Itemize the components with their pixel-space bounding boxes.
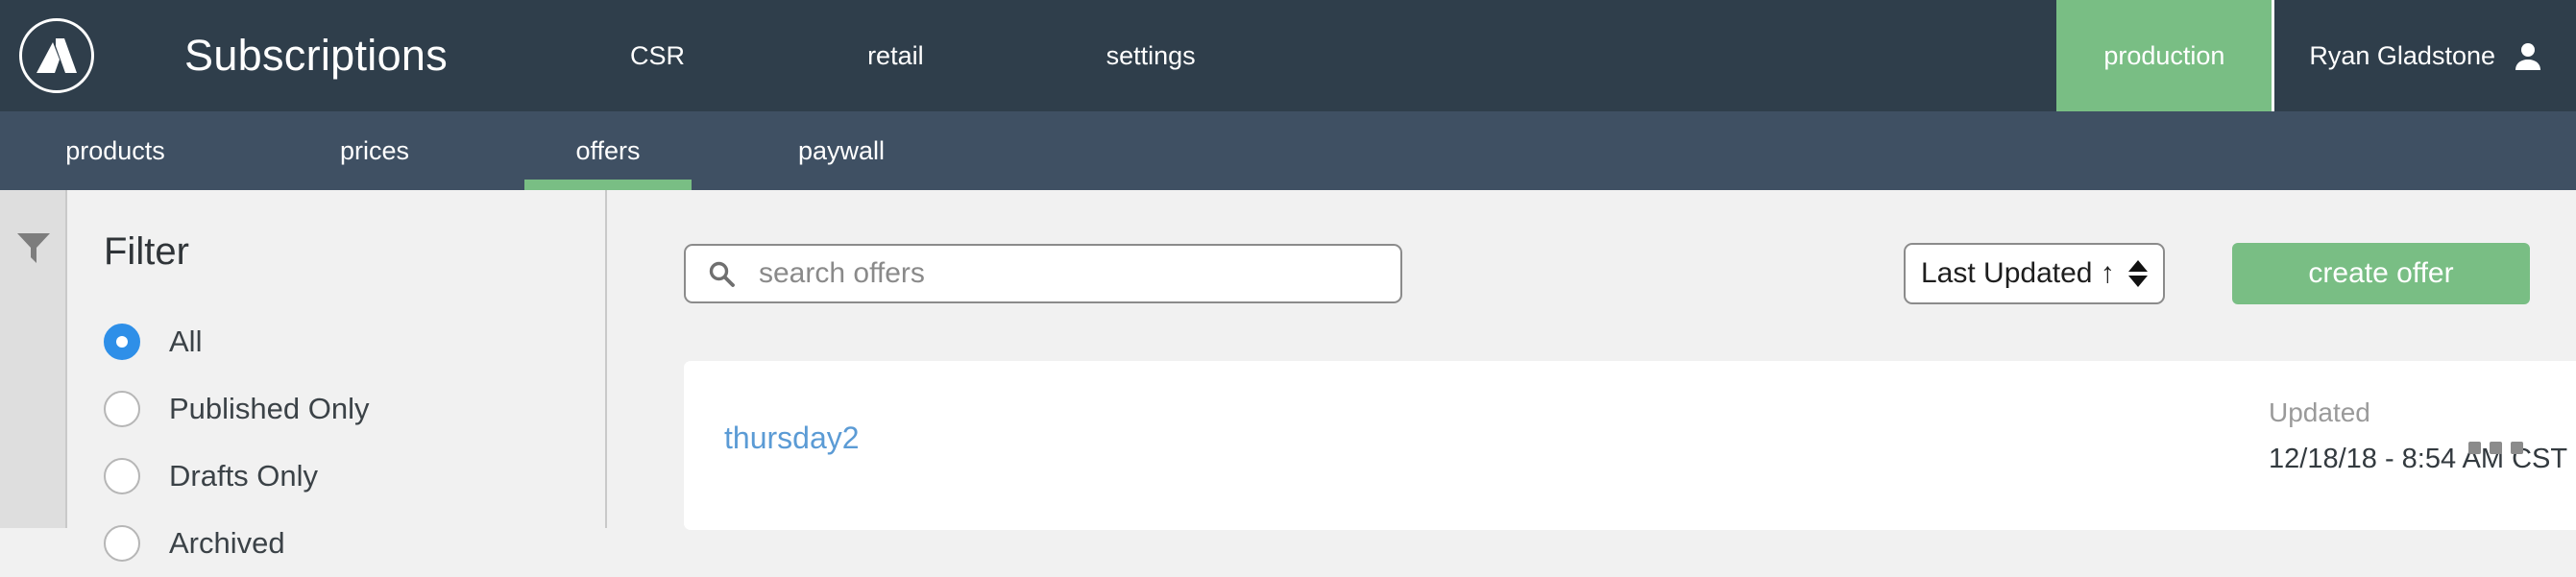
app-root: Subscriptions CSR retail settings produc… [0,0,2576,562]
person-icon [2513,40,2543,71]
radio-icon-published-only[interactable] [104,391,140,427]
create-offer-button[interactable]: create offer [2232,243,2530,304]
secondary-nav: products prices offers paywall [0,111,2576,190]
filter-option-label: Archived [169,526,285,560]
brand-logo-icon [19,18,94,93]
tab-products[interactable]: products [0,111,231,190]
tab-prices[interactable]: prices [279,111,471,190]
nav-item-settings[interactable]: settings [1060,41,1242,71]
funnel-filter-icon[interactable] [15,230,52,265]
main-content: Last Updated ↑ create offer thursday2 Up… [609,190,2576,530]
tab-paywall[interactable]: paywall [745,111,937,190]
top-header-bar: Subscriptions CSR retail settings produc… [0,0,2576,111]
column-header-updated: Updated [2269,397,2370,427]
nav-item-csr[interactable]: CSR [584,41,731,71]
page-title: Subscriptions [184,31,449,80]
radio-icon-drafts-only[interactable] [104,458,140,494]
sort-select[interactable]: Last Updated ↑ [1904,243,2165,304]
radio-icon-all[interactable] [104,324,140,360]
updown-spinner-icon[interactable] [2128,260,2148,287]
filter-radio-group: All Published Only Drafts Only Archived [104,308,605,577]
offer-updated-column: Updated 12/18/18 - 8:54 AM CST [2269,397,2567,475]
filter-option-label: Published Only [169,392,370,425]
filter-option-drafts-only[interactable]: Drafts Only [104,443,605,510]
filter-option-all[interactable]: All [104,308,605,375]
sort-select-label: Last Updated ↑ [1921,257,2115,289]
filter-option-published-only[interactable]: Published Only [104,375,605,443]
search-offers-box[interactable] [684,244,1402,303]
user-name-label: Ryan Gladstone [2309,40,2495,70]
environment-badge[interactable]: production [2056,0,2272,111]
filter-rail [0,190,67,528]
user-menu[interactable]: Ryan Gladstone [2272,0,2576,111]
filter-option-label: All [169,325,203,358]
table-row[interactable]: thursday2 Updated 12/18/18 - 8:54 AM CST… [684,361,2576,530]
filter-heading: Filter [104,230,189,273]
offers-toolbar: Last Updated ↑ create offer [609,190,2576,315]
search-input[interactable] [757,256,1356,291]
filter-sidebar: Filter All Published Only Drafts Only Ar… [69,190,607,562]
ellipsis-icon[interactable] [2468,442,2523,454]
offer-name-link[interactable]: thursday2 [724,421,860,456]
filter-option-label: Drafts Only [169,459,319,493]
filter-option-archived[interactable]: Archived [104,510,605,577]
search-icon [707,259,736,288]
brand-logo[interactable] [0,0,113,111]
tab-offers[interactable]: offers [524,111,692,190]
nav-item-retail[interactable]: retail [821,41,970,71]
primary-nav: CSR retail settings [584,0,2056,111]
radio-icon-archived[interactable] [104,525,140,562]
